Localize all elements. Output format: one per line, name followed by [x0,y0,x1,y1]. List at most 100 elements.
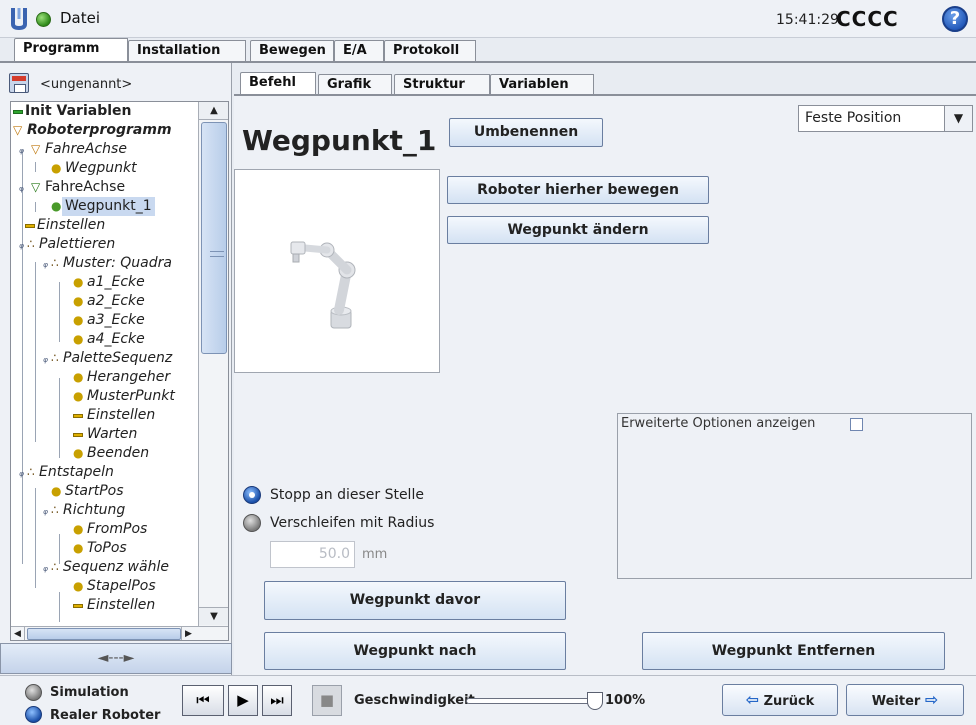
tab-ea[interactable]: E/A [334,40,384,62]
tree-item-label: Warten [87,426,138,442]
tree-item-label: a2_Ecke [87,293,145,309]
next-button[interactable]: Weiter ⇨ [846,684,964,716]
advanced-options-checkbox[interactable] [850,418,863,431]
scroll-right-icon[interactable]: ▶ [181,627,195,640]
tab-installation[interactable]: Installation [128,40,246,62]
tab-programm[interactable]: Programm [14,38,128,62]
node-handle-icon: ᵩ [43,503,48,517]
stop-icon[interactable]: ■ [312,685,342,716]
robot-name: CCCC [836,7,899,31]
tree-item-label: Roboterprogramm [27,122,172,138]
blend-radius-unit: mm [362,547,388,562]
tree-item-label: Einstellen [87,407,156,423]
tree-item-label: MusterPunkt [87,388,175,404]
tree-item-label: FahreAchse [45,179,126,195]
blend-radius-input[interactable]: 50.0 [270,541,355,568]
yellow-dot-icon: ● [73,389,84,403]
tree-item-label: Entstapeln [39,464,114,480]
tree-item-label: FahreAchse [45,141,127,157]
tab-variablen[interactable]: Variablen [490,74,594,96]
scroll-thumb[interactable] [201,122,227,354]
remove-waypoint-button[interactable]: Wegpunkt Entfernen [642,632,945,670]
tab-grafik[interactable]: Grafik [318,74,392,96]
yellow-bar-icon [73,596,83,615]
yellow-bar-icon [73,425,83,444]
scroll-up-icon[interactable]: ▲ [199,102,228,120]
program-file-icon[interactable] [9,73,29,93]
yellow-dot-icon: ● [73,370,84,384]
rewind-icon[interactable]: ⏮ [182,685,224,716]
add-waypoint-before-button[interactable]: Wegpunkt davor [264,581,566,620]
yellow-dot-icon: ● [73,294,84,308]
robot-3d-view[interactable] [234,169,440,373]
stop-here-label: Stopp an dieser Stelle [270,487,424,503]
tree-connector [59,592,60,622]
robot-status-icon [36,12,51,27]
tab-protokoll[interactable]: Protokoll [384,40,476,62]
change-waypoint-button[interactable]: Wegpunkt ändern [447,216,709,244]
tree-expand-toggle[interactable]: ◄---► [0,643,232,674]
tree-item-label: a1_Ecke [87,274,145,290]
tree-item-label: ToPos [87,540,127,556]
play-icon[interactable]: ▶ [228,685,258,716]
tab-befehl[interactable]: Befehl [240,72,316,96]
real-robot-label: Realer Roboter [50,708,161,723]
tab-struktur[interactable]: Struktur [394,74,490,96]
node-handle-icon: ᵩ [43,560,48,574]
tree-content: Init Variablen ▽ Roboterprogramm ᵩ ▽ Fah… [11,102,198,626]
tree-connector [35,262,36,442]
yellow-dot-icon: ● [73,275,84,289]
tree-item-label: Sequenz wähle [63,559,169,575]
blend-radius-radio[interactable] [243,514,261,532]
tree-connector [35,202,36,212]
tree-horizontal-scrollbar[interactable]: ◀ ▶ [11,626,228,640]
position-type-value: Feste Position [805,110,902,126]
scroll-left-icon[interactable]: ◀ [11,627,25,640]
real-robot-radio[interactable] [25,706,42,723]
rename-button[interactable]: Umbenennen [449,118,603,147]
back-button-label: Zurück [763,694,815,709]
pallet-icon: ∴ [27,465,35,479]
speed-value: 100% [605,693,646,708]
tree-item-label: Richtung [63,502,126,518]
universal-robots-logo-icon [11,8,27,30]
help-icon[interactable]: ? [942,6,968,32]
step-icon[interactable]: ⏭ [262,685,292,716]
file-menu[interactable]: Datei [60,9,100,27]
yellow-dot-icon: ● [73,313,84,327]
add-waypoint-after-button[interactable]: Wegpunkt nach [264,632,566,670]
scroll-down-icon[interactable]: ▼ [199,607,228,625]
tree-item-label: StartPos [65,483,124,499]
move-robot-here-button[interactable]: Roboter hierher bewegen [447,176,709,204]
tree-item-label: a4_Ecke [87,331,145,347]
triangle-down-icon: ▽ [31,180,41,194]
tree-item-label: Beenden [87,445,150,461]
yellow-bar-icon [73,406,83,425]
simulation-radio[interactable] [25,684,42,701]
tree-connector [59,378,60,458]
yellow-dot-icon: ● [73,522,84,536]
advanced-options-label: Erweiterte Optionen anzeigen [621,416,816,431]
stop-here-radio[interactable] [243,486,261,504]
tree-item-label: Wegpunkt [65,160,137,176]
yellow-dot-icon: ● [73,446,84,460]
tree-vertical-scrollbar[interactable]: ▲ ▼ [198,102,228,626]
clock: 15:41:29 [776,12,839,28]
tree-item-label: Einstellen [87,597,156,613]
tree-item-label: Herangeher [87,369,171,385]
scroll-thumb[interactable] [27,628,181,640]
triangle-down-icon: ▽ [31,142,41,156]
yellow-dot-icon: ● [51,161,62,175]
tab-bewegen[interactable]: Bewegen [250,40,334,62]
speed-slider[interactable] [466,698,598,704]
back-button[interactable]: ⇦ Zurück [722,684,838,716]
arrow-left-icon: ⇦ [745,690,760,709]
yellow-dot-icon: ● [73,332,84,346]
pallet-icon: ∴ [27,237,35,251]
position-type-select[interactable]: Feste Position ▼ [798,105,973,132]
node-handle-icon: ᵩ [19,180,24,194]
node-handle-icon: ᵩ [43,256,48,270]
tree-item-label: PaletteSequenz [63,350,173,366]
tree-item-label: Einstellen [37,217,106,233]
speed-slider-thumb[interactable] [587,692,603,710]
